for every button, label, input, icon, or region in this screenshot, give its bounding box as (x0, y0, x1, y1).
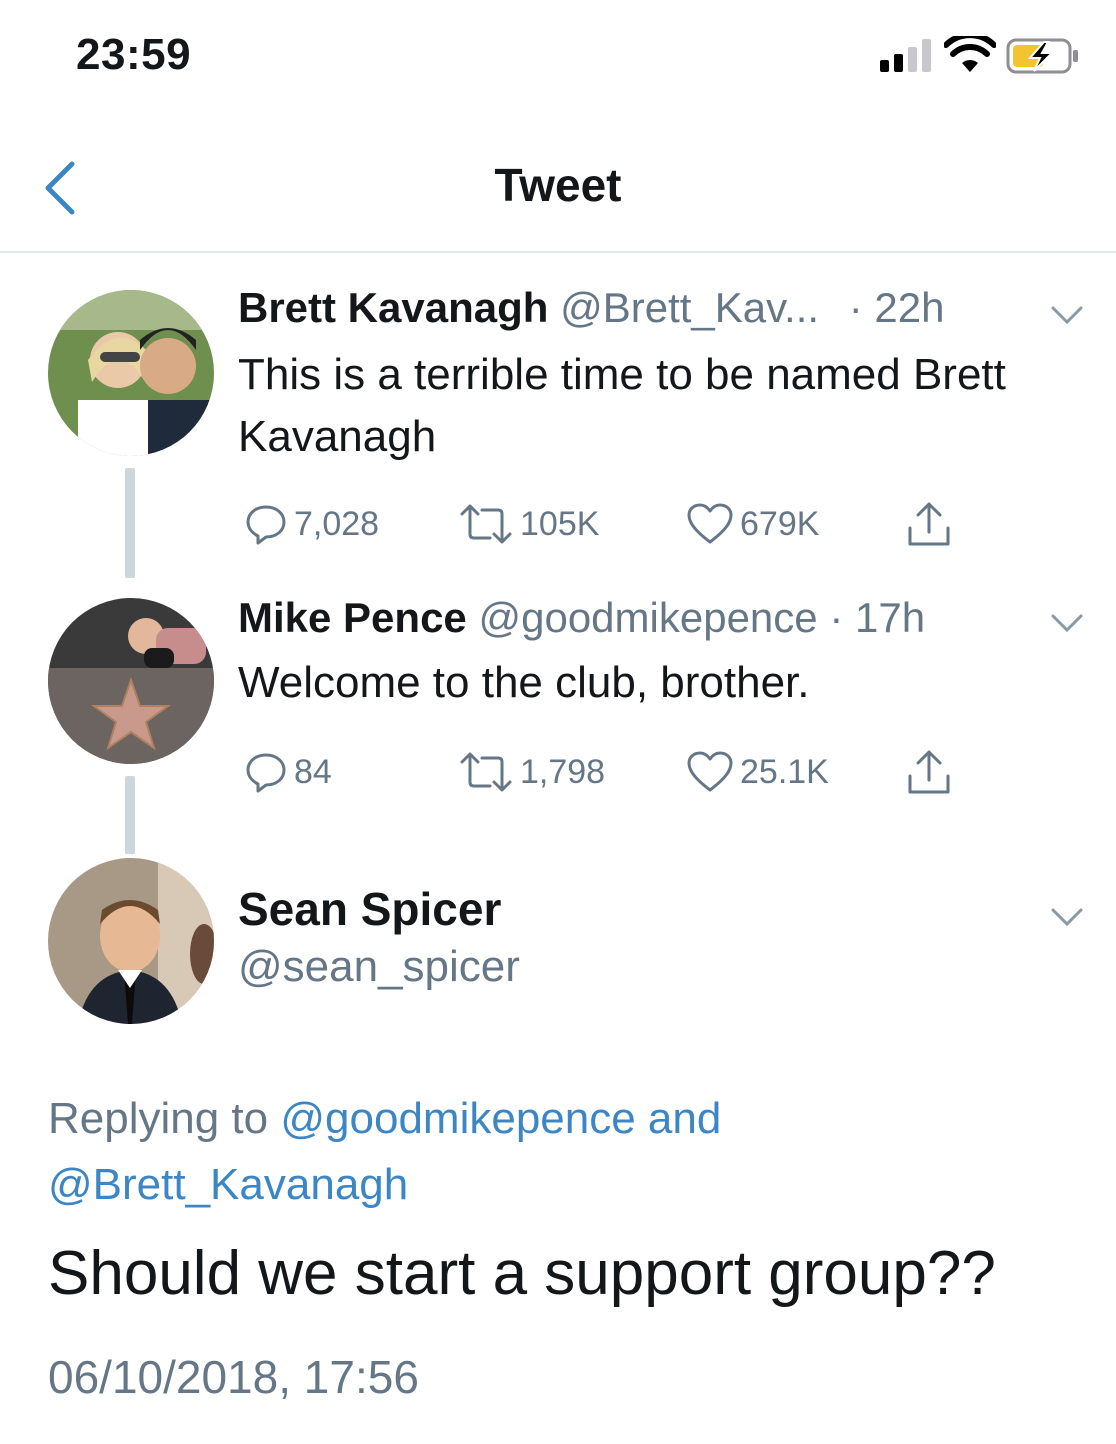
retweet-icon (460, 504, 512, 544)
nav-divider (0, 251, 1116, 253)
chevron-down-icon[interactable] (1050, 304, 1084, 326)
tweet-timestamp: 06/10/2018, 17:56 (48, 1351, 419, 1403)
reply-button[interactable]: 7,028 (244, 502, 379, 546)
author-name[interactable]: Brett Kavanagh (238, 284, 548, 331)
retweet-button[interactable]: 1,798 (458, 750, 605, 794)
like-count: 25.1K (740, 752, 829, 791)
heart-icon (687, 503, 733, 544)
reply-count: 84 (294, 752, 332, 791)
tweet-text: This is a terrible time to be named Bret… (238, 350, 1006, 461)
page-title: Tweet (494, 159, 622, 211)
reply-icon (246, 505, 286, 545)
retweet-icon (460, 752, 512, 792)
retweet-button[interactable]: 105K (458, 502, 599, 546)
share-icon[interactable] (906, 748, 952, 796)
reply-icon (246, 753, 286, 793)
retweet-count: 105K (520, 504, 600, 543)
like-button[interactable]: 679K (686, 502, 819, 546)
replying-to: Replying to @goodmikepence and @Brett_Ka… (48, 1086, 1068, 1218)
tweet-text: Welcome to the club, brother. (238, 658, 810, 707)
thread-line (125, 776, 135, 854)
thread-line (125, 468, 135, 578)
reply-mention-goodmikepence[interactable]: @goodmikepence and (280, 1094, 721, 1143)
heart-icon (687, 751, 733, 792)
author-handle[interactable]: @Brett_Kav... (560, 284, 819, 331)
reply-mention-brett-kavanagh[interactable]: @Brett_Kavanagh (48, 1160, 408, 1209)
tweet-time: · 22h (848, 284, 945, 331)
reply-button[interactable]: 84 (244, 750, 332, 794)
avatar-mike-pence[interactable] (48, 598, 214, 764)
tweet-time: · 17h (829, 594, 926, 641)
wifi-icon (944, 36, 996, 72)
like-count: 679K (740, 504, 820, 543)
share-icon[interactable] (906, 500, 952, 548)
cellular-signal-icon (880, 39, 931, 72)
main-author-name[interactable]: Sean Spicer (238, 882, 501, 936)
author-name[interactable]: Mike Pence (238, 594, 467, 641)
retweet-count: 1,798 (520, 752, 606, 791)
author-handle[interactable]: @goodmikepence (478, 594, 817, 641)
like-button[interactable]: 25.1K (686, 750, 829, 794)
reply-count: 7,028 (294, 504, 380, 543)
chevron-down-icon[interactable] (1050, 906, 1084, 928)
status-time: 23:59 (76, 30, 192, 79)
main-author-handle[interactable]: @sean_spicer (238, 942, 520, 992)
replying-prefix: Replying to (48, 1094, 269, 1143)
battery-charging-icon (1006, 38, 1078, 74)
main-tweet-text: Should we start a support group?? (48, 1239, 996, 1308)
chevron-down-icon[interactable] (1050, 612, 1084, 634)
avatar-brett-kavanagh[interactable] (48, 290, 214, 456)
avatar-sean-spicer[interactable] (48, 858, 214, 1024)
